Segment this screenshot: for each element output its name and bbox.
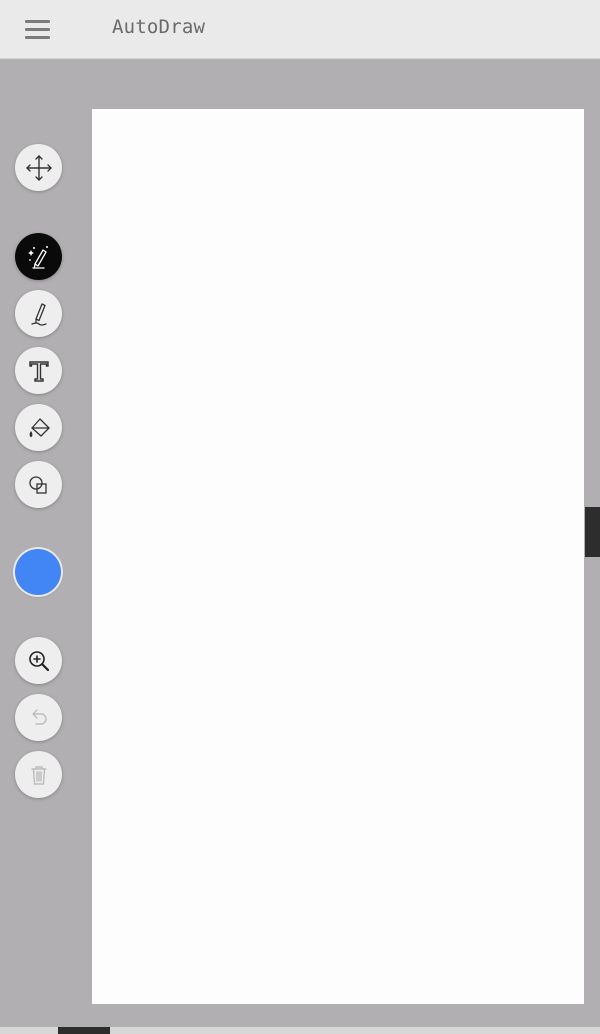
- drawing-canvas[interactable]: [92, 109, 584, 1004]
- shapes-icon: [28, 475, 47, 494]
- text-icon: [28, 360, 49, 382]
- draw-tool-button[interactable]: [15, 290, 62, 337]
- move-icon: [25, 154, 52, 181]
- zoom-in-icon: [28, 650, 49, 671]
- undo-button[interactable]: [15, 694, 62, 741]
- zoom-tool-button[interactable]: [15, 637, 62, 684]
- move-tool-button[interactable]: [15, 144, 62, 191]
- delete-button[interactable]: [15, 751, 62, 798]
- paint-bucket-icon: [29, 417, 50, 437]
- color-picker-button[interactable]: [15, 549, 61, 595]
- shape-tool-button[interactable]: [15, 461, 62, 508]
- pencil-icon: [30, 302, 47, 326]
- trash-icon: [30, 765, 47, 785]
- horizontal-scrollbar-thumb[interactable]: [58, 1027, 110, 1034]
- top-app-bar: AutoDraw: [0, 0, 600, 59]
- autodraw-tool-button[interactable]: [15, 233, 62, 280]
- hamburger-menu-icon[interactable]: [18, 13, 58, 45]
- app-title: AutoDraw: [112, 16, 206, 38]
- fill-tool-button[interactable]: [15, 404, 62, 451]
- autodraw-sparkle-pencil-icon: [27, 245, 48, 269]
- text-tool-button[interactable]: [15, 347, 62, 394]
- undo-icon: [31, 708, 47, 725]
- vertical-scrollbar-thumb[interactable]: [585, 507, 600, 557]
